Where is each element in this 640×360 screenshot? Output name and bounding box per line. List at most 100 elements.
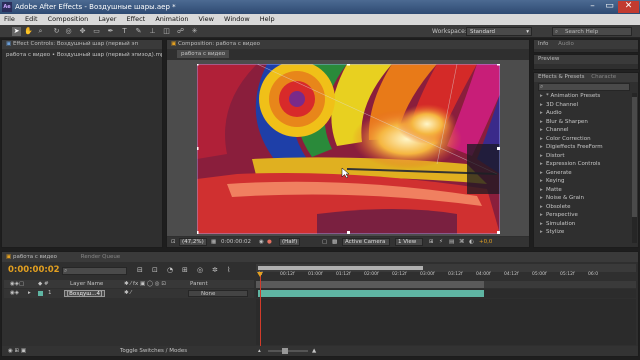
effect-category[interactable]: ▸ Obsolete <box>536 203 638 212</box>
toggle-pixel-aspect-icon[interactable]: ⊞ <box>429 237 434 247</box>
work-area[interactable] <box>256 281 484 288</box>
clone-stamp-tool-icon[interactable]: ⊥ <box>148 27 157 36</box>
timeline-search-input[interactable]: ⌕ <box>62 267 127 275</box>
composition-subtab[interactable]: работа с видео <box>177 50 230 58</box>
effect-category[interactable]: ▸ Audio <box>536 109 638 118</box>
table-row[interactable]: ◉◈ ▸ 1 [Воздуш...4] ✱ ⁄ None <box>4 289 254 298</box>
always-preview-icon[interactable]: ⊡ <box>171 237 176 247</box>
effect-category[interactable]: ▸ Digieffects FreeForm <box>536 143 638 152</box>
shy-icon[interactable]: ◔ <box>167 266 173 274</box>
rotate-tool-icon[interactable]: ↻ <box>52 27 61 36</box>
composition-tab[interactable]: ▣ Composition: работа с видео <box>167 40 529 49</box>
effect-category[interactable]: ▸ * Animation Presets <box>536 92 638 101</box>
menu-file[interactable]: File <box>4 15 15 23</box>
fast-previews-icon[interactable]: ⚡ <box>439 237 443 247</box>
roto-brush-tool-icon[interactable]: ☍ <box>176 27 185 36</box>
close-button[interactable]: ✕ <box>618 1 639 13</box>
effect-controls-tab[interactable]: ▣ Effect Controls: Воздушный шар (первый… <box>2 40 162 49</box>
parent-dropdown[interactable]: None <box>188 290 248 297</box>
menu-edit[interactable]: Edit <box>25 15 38 23</box>
layer-name-header[interactable]: Layer Name <box>70 280 103 288</box>
effect-category[interactable]: ▸ Generate <box>536 169 638 178</box>
tab-close-icon[interactable]: ▣ <box>6 41 11 47</box>
resolution-dropdown[interactable]: (Half) <box>279 238 301 246</box>
pan-behind-tool-icon[interactable]: ✥ <box>78 27 87 36</box>
tab-info[interactable]: Info <box>538 41 548 47</box>
tab-effects-presets[interactable]: Effects & Presets <box>538 74 585 80</box>
graph-editor-icon[interactable]: ⌇ <box>227 266 230 274</box>
search-help-input[interactable]: ⌕ Search Help <box>552 27 632 36</box>
workspace-dropdown[interactable]: Standard ▾ <box>466 27 532 36</box>
menu-effect[interactable]: Effect <box>127 15 146 23</box>
text-tool-icon[interactable]: T <box>120 27 129 36</box>
toggle-switches-modes[interactable]: Toggle Switches / Modes <box>120 346 187 356</box>
transparency-grid-icon[interactable]: ▩ <box>332 237 337 247</box>
menu-help[interactable]: Help <box>260 15 275 23</box>
zoom-slider-thumb[interactable] <box>282 348 288 354</box>
show-channel-icon[interactable]: ● <box>267 237 272 247</box>
motion-blur-icon[interactable]: ◎ <box>197 266 203 274</box>
tab-audio[interactable]: Audio <box>558 41 574 47</box>
mask-tool-icon[interactable]: ▭ <box>92 27 101 36</box>
timeline-timecode[interactable]: 0:00:00:02 <box>8 265 60 275</box>
timeline-icon[interactable]: ▤ <box>449 237 454 247</box>
camera-view-dropdown[interactable]: Active Camera <box>342 238 390 246</box>
layer-name[interactable]: [Воздуш...4] <box>64 290 106 297</box>
effects-search-input[interactable]: ⌕ <box>538 83 630 91</box>
video-frame[interactable] <box>197 64 500 234</box>
effect-category[interactable]: ▸ Simulation <box>536 220 638 229</box>
label-color-swatch[interactable] <box>38 291 43 296</box>
zoom-out-icon[interactable]: ▴ <box>258 346 261 356</box>
brainstorm-icon[interactable]: ✲ <box>212 266 218 274</box>
effect-category[interactable]: ▸ Stylize <box>536 228 638 237</box>
tab-render-queue[interactable]: Render Queue <box>81 254 120 260</box>
flowchart-icon[interactable]: ⌘ <box>459 237 465 247</box>
effect-category[interactable]: ▸ Noise & Grain <box>536 194 638 203</box>
time-ruler[interactable]: 0f 00:12f 01:00f 01:12f 02:00f 02:12f 03… <box>256 272 636 280</box>
exposure-icon[interactable]: ◐ <box>469 237 474 247</box>
tab-preview[interactable]: Preview <box>534 55 638 64</box>
work-area-bar[interactable] <box>256 281 636 288</box>
effect-category[interactable]: ▸ Color Correction <box>536 135 638 144</box>
brush-tool-icon[interactable]: ✎ <box>134 27 143 36</box>
zoom-dropdown[interactable]: (47,2%) <box>179 238 207 246</box>
frame-blending-icon[interactable]: ⊞ <box>182 266 188 274</box>
tab-character[interactable]: Characte <box>591 74 616 80</box>
effects-scrollbar[interactable] <box>632 93 637 243</box>
effect-category[interactable]: ▸ Channel <box>536 126 638 135</box>
effect-category[interactable]: ▸ Matte <box>536 186 638 195</box>
playhead-handle[interactable] <box>257 272 263 277</box>
timeline-zoom-slider[interactable] <box>268 348 308 354</box>
effect-category[interactable]: ▸ Expression Controls <box>536 160 638 169</box>
expand-triangle-icon[interactable]: ▸ <box>28 289 31 298</box>
view-layout-dropdown[interactable]: 1 View <box>395 238 423 246</box>
effect-category[interactable]: ▸ Perspective <box>536 211 638 220</box>
effect-category[interactable]: ▸ 3D Channel <box>536 101 638 110</box>
composition-viewer[interactable] <box>167 60 529 236</box>
parent-header[interactable]: Parent <box>190 280 208 288</box>
snapshot-icon[interactable]: ◉ <box>259 237 264 247</box>
menu-view[interactable]: View <box>199 15 214 23</box>
time-navigator-handle[interactable] <box>258 266 423 270</box>
region-of-interest-icon[interactable]: ▢ <box>322 237 327 247</box>
minimize-button[interactable]: – <box>584 1 601 13</box>
visibility-icon[interactable]: ◉◈ <box>10 289 19 298</box>
comp-mini-flowchart-icon[interactable]: ⊟ <box>137 266 143 274</box>
effect-category[interactable]: ▸ Blur & Sharpen <box>536 118 638 127</box>
layer-duration-bar[interactable] <box>258 290 484 297</box>
exposure-value[interactable]: +0,0 <box>479 237 492 247</box>
effect-category[interactable]: ▸ Distort <box>536 152 638 161</box>
layer-switches-icons[interactable]: ✱ ⁄ <box>124 289 131 298</box>
toggle-pane-icons[interactable]: ◉ ⊞ ▣ <box>8 346 26 356</box>
draft-3d-icon[interactable]: ⊡ <box>152 266 158 274</box>
grid-icon[interactable]: ▦ <box>211 237 216 247</box>
playhead[interactable] <box>257 272 263 346</box>
eraser-tool-icon[interactable]: ◫ <box>162 27 171 36</box>
menu-animation[interactable]: Animation <box>155 15 188 23</box>
menu-composition[interactable]: Composition <box>48 15 89 23</box>
time-navigator[interactable] <box>256 264 636 272</box>
maximize-button[interactable]: ▭ <box>601 1 618 13</box>
puppet-tool-icon[interactable]: ✳ <box>190 27 199 36</box>
pen-tool-icon[interactable]: ✒ <box>106 27 115 36</box>
tab-timeline-comp[interactable]: работа с видео <box>13 254 57 260</box>
